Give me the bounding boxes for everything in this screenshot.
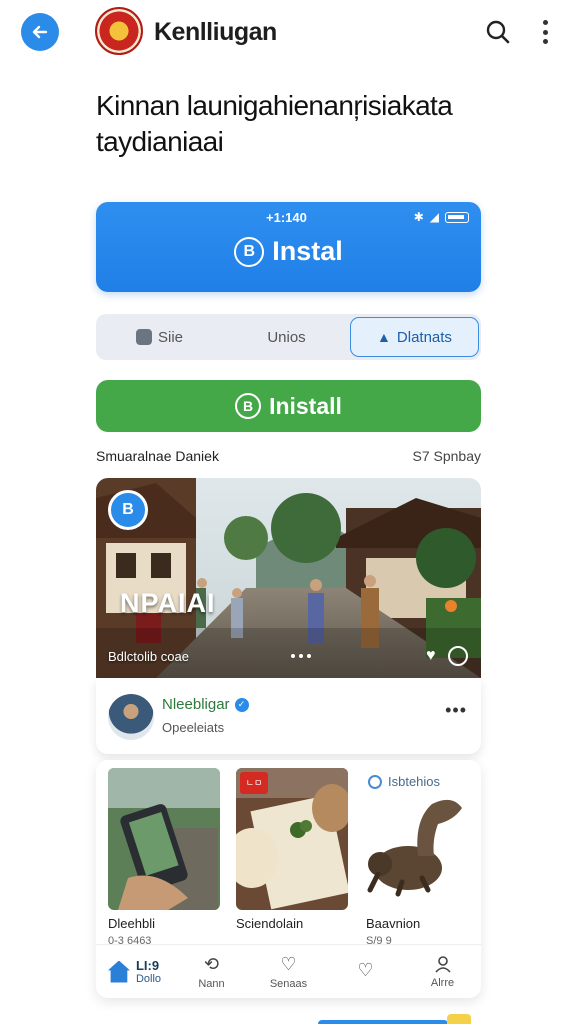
- verified-badge-icon: ✓: [234, 697, 249, 712]
- segment-label: Unios: [267, 328, 306, 346]
- user-icon: [434, 956, 451, 973]
- nav-profile[interactable]: Alrre: [404, 945, 481, 998]
- search-icon: [486, 20, 510, 44]
- nav-label: Senaas: [269, 977, 308, 990]
- bottom-nav: LI:9 Dollo ⟲ Nann ♡ Senaas ♡ Alrre: [96, 944, 481, 998]
- tile-3-label: Baavnion: [366, 916, 421, 931]
- feature-image-card[interactable]: B NPAIAI Bdlctolib coae ♥: [96, 478, 481, 678]
- nav-repeat[interactable]: ⟲ Nann: [173, 945, 250, 998]
- segment-label: Siie: [157, 328, 183, 346]
- arrow-left-icon: [32, 25, 48, 39]
- tile-1-label: Dleehbli: [108, 916, 155, 931]
- phone-in-hand-photo: [108, 768, 220, 910]
- feature-badge-icon: B: [108, 490, 148, 530]
- carousel-dots[interactable]: [291, 654, 311, 658]
- repeat-icon: ⟲: [203, 953, 220, 974]
- circle-icon: [368, 774, 382, 789]
- next-card-peek: [96, 1012, 481, 1024]
- segment-1[interactable]: Siie: [96, 314, 223, 360]
- bluetooth-icon: ✱: [413, 210, 424, 224]
- author-card[interactable]: Nleebligar ✓ Opeeleiats •••: [96, 678, 481, 754]
- avatar[interactable]: [108, 694, 154, 740]
- signal-icon: ◢: [429, 210, 439, 224]
- hero-label-row: B Instal: [96, 236, 481, 267]
- status-time: +1:140: [266, 210, 307, 225]
- tile-3-head-label: Isbtehios: [388, 774, 441, 789]
- chip: [447, 1014, 471, 1024]
- nav-home-value: LI:9: [135, 958, 160, 973]
- nav-home-label: Dollo: [135, 973, 162, 985]
- search-button[interactable]: [483, 17, 513, 47]
- battery-icon: [445, 211, 469, 223]
- nav-home[interactable]: LI:9 Dollo: [96, 945, 173, 998]
- section-header: Smuaralnae Daniek S7 Spnbay: [96, 448, 481, 464]
- status-icons: ✱ ◢: [414, 210, 469, 224]
- author-subtitle: Opeeleiats: [162, 720, 225, 735]
- hero-label: Instal: [272, 236, 343, 266]
- creature-illustration: [367, 799, 462, 897]
- section-meta[interactable]: S7 Spnbay: [413, 448, 482, 464]
- app-title: Kenlliugan: [154, 18, 277, 46]
- hero-install-button[interactable]: +1:140 ✱ ◢ B Instal: [96, 202, 481, 292]
- segmented-control: Siie Unios ▲ Dlatnats: [96, 314, 481, 360]
- more-vertical-icon[interactable]: [536, 17, 554, 47]
- install-label: Inistall: [269, 392, 342, 419]
- nav-label: Alrre: [430, 977, 455, 989]
- section-title: Smuaralnae Daniek: [96, 448, 219, 464]
- tile-2-label: Sciendolain: [236, 916, 304, 931]
- app-bar: Kenlliugan: [0, 0, 576, 68]
- tile-tag: ㄴㅁ: [240, 772, 268, 794]
- segment-label: Dlatnats: [396, 328, 452, 346]
- back-button[interactable]: [21, 13, 59, 51]
- app-badge-icon: B: [234, 236, 265, 267]
- segment-3[interactable]: ▲ Dlatnats: [350, 317, 479, 357]
- nav-favorites[interactable]: ♡: [327, 945, 404, 998]
- progress-bar: [318, 1020, 448, 1024]
- user-icon: ▲: [377, 329, 391, 345]
- app-badge-icon: B: [235, 393, 262, 419]
- more-horizontal-icon[interactable]: •••: [445, 700, 467, 721]
- feature-title: NPAIAI: [120, 588, 216, 618]
- nav-label: Nann: [198, 977, 225, 990]
- feature-caption: Bdlctolib coae: [108, 649, 189, 664]
- content-grid-card: Dleehbli 0-3 6463 ㄴㅁ Sciendolain Isbtehi…: [96, 760, 481, 998]
- heart-icon: ♡: [357, 959, 374, 980]
- nav-saved[interactable]: ♡ Senaas: [250, 945, 327, 998]
- home-icon: [107, 960, 130, 983]
- grid-tile-2[interactable]: ㄴㅁ: [236, 768, 348, 910]
- author-name: Nleebligar: [162, 696, 230, 713]
- author-name-row: Nleebligar ✓: [162, 696, 249, 713]
- grid-tile-1[interactable]: [108, 768, 220, 910]
- heart-icon[interactable]: ♥: [426, 647, 436, 665]
- segment-2[interactable]: Unios: [223, 314, 350, 360]
- lock-icon: [135, 329, 152, 345]
- village-street-photo: [96, 478, 481, 678]
- heart-outline-icon: ♡: [280, 953, 297, 974]
- page-headline: Kinnan launigahienanŗisiakata taydianiaa…: [96, 90, 453, 157]
- install-button[interactable]: B Inistall: [96, 380, 481, 432]
- play-icon[interactable]: [448, 646, 468, 666]
- nav-home-text: LI:9 Dollo: [136, 958, 161, 985]
- tile-3-header: Isbtehios: [368, 774, 440, 789]
- app-logo: [95, 7, 143, 55]
